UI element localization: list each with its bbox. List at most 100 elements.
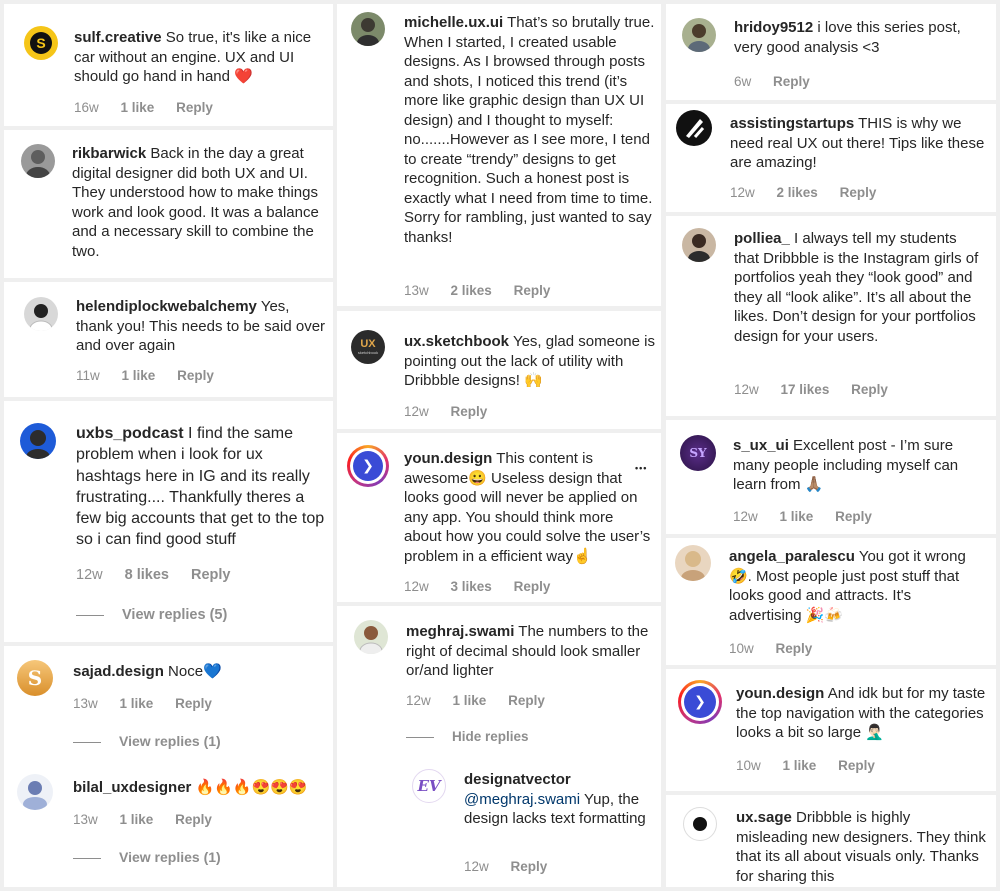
avatar[interactable]: ❯ [678,680,722,724]
comment-body: youn.design And idk but for my taste the… [736,684,986,743]
avatar[interactable]: ❯ [347,445,389,487]
comment-meta: 13w 1 like Reply [73,696,230,711]
reply-button[interactable]: Reply [851,382,888,397]
comment-time: 12w [404,579,429,594]
reply-button[interactable]: Reply [511,859,548,874]
comment-username[interactable]: polliea_ [734,230,790,247]
comment-card: michelle.ux.ui That’s so brutally true. … [337,4,661,306]
comment-username[interactable]: assistingstartups [730,115,854,132]
comment-likes[interactable]: 1 like [122,368,156,383]
comment-username[interactable]: rikbarwick [72,145,146,162]
avatar[interactable] [683,807,717,841]
comment-username[interactable]: meghraj.swami [406,623,514,640]
avatar[interactable]: UX sketchbook [351,330,385,364]
comment-username[interactable]: angela_paralescu [729,548,855,565]
reply-button[interactable]: Reply [835,509,872,524]
comment-meta: 16w 1 like Reply [74,100,231,115]
comment-likes[interactable]: 1 like [121,100,155,115]
comment-likes[interactable]: 17 likes [781,382,830,397]
reply-button[interactable]: Reply [776,641,813,656]
reply-button[interactable]: Reply [840,185,877,200]
view-replies-button[interactable]: View replies (1) [73,849,221,865]
comment-likes[interactable]: 1 like [780,509,814,524]
comment-time: 12w [734,382,759,397]
comment-likes[interactable]: 3 likes [451,579,492,594]
comment-meta: 10w 1 like Reply [736,758,893,773]
comment-username[interactable]: sulf.creative [74,29,162,46]
avatar-ring: ❯ [350,448,386,484]
reply-button[interactable]: Reply [838,758,875,773]
reply-button[interactable]: Reply [514,283,551,298]
avatar[interactable] [682,18,716,52]
comment-card: hridoy9512 i love this series post, very… [666,4,996,100]
slash-logo-icon [686,119,705,138]
reply-button[interactable]: Reply [191,567,231,583]
comment-meta: 13w 1 like Reply [73,812,230,827]
chevron-logo-icon: ❯ [684,686,716,718]
reply-button[interactable]: Reply [773,74,810,89]
avatar[interactable] [17,774,53,810]
comment-time: 6w [734,74,752,89]
avatar[interactable] [351,12,385,46]
comment-username[interactable]: sajad.design [73,663,164,680]
avatar-logo-text: SY [689,446,707,460]
comment-time: 12w [733,509,758,524]
person-icon [357,18,379,46]
avatar[interactable]: S [24,26,58,60]
reply-button[interactable]: Reply [451,404,488,419]
view-replies-button[interactable]: View replies (5) [76,607,227,623]
reply-button[interactable]: Reply [177,368,214,383]
comment-likes[interactable]: 1 like [120,696,154,711]
mention-link[interactable]: @meghraj.swami [464,791,580,808]
comment-username[interactable]: ux.sketchbook [404,333,509,350]
avatar[interactable]: EV [412,769,446,803]
comment-likes[interactable]: 1 like [783,758,817,773]
comment-text: This content is awesome😀 Useless design … [404,450,651,565]
person-icon [681,551,705,581]
person-icon [29,304,53,331]
avatar[interactable]: SY [680,435,716,471]
comment-username[interactable]: helendiplockwebalchemy [76,298,257,315]
comment-card: assistingstartups THIS is why we need re… [666,104,996,212]
comment-text: I always tell my students that Dribbble … [734,230,979,345]
comment-likes[interactable]: 8 likes [125,567,169,583]
view-replies-button[interactable]: View replies (1) [73,733,221,749]
comment-time: 16w [74,100,99,115]
comment-meta: 6w Reply [734,74,828,89]
reply-button[interactable]: Reply [514,579,551,594]
comment-username[interactable]: s_ux_ui [733,437,789,454]
reply-button[interactable]: Reply [175,696,212,711]
comment-likes[interactable]: 2 likes [451,283,492,298]
comment-card: S sulf.creative So true, it's like a nic… [4,4,333,126]
comment-username[interactable]: ux.sage [736,809,792,826]
comment-card: helendiplockwebalchemy Yes, thank you! T… [4,282,333,397]
comment-likes[interactable]: 2 likes [777,185,818,200]
avatar[interactable] [24,297,58,331]
comment-time: 12w [404,404,429,419]
comment-username[interactable]: youn.design [736,685,824,702]
comment-username[interactable]: michelle.ux.ui [404,14,503,31]
avatar[interactable] [21,144,55,178]
comment-body: designatvector @meghraj.swami Yup, the d… [464,770,654,829]
reply-button[interactable]: Reply [176,100,213,115]
avatar[interactable] [20,423,56,459]
comment-username[interactable]: youn.design [404,450,492,467]
comment-text: 🔥🔥🔥😍😍😍 [195,779,308,796]
reply-button[interactable]: Reply [508,693,545,708]
hide-replies-button[interactable]: Hide replies [406,729,529,744]
comment-username[interactable]: hridoy9512 [734,19,813,36]
comment-username[interactable]: designatvector [464,771,571,788]
comment-likes[interactable]: 1 like [453,693,487,708]
comment-username[interactable]: uxbs_podcast [76,425,184,442]
reply-button[interactable]: Reply [175,812,212,827]
avatar[interactable] [675,545,711,581]
comment-text: Noce💙 [168,663,222,680]
chevron-logo-icon: ❯ [353,451,383,481]
avatar[interactable] [354,620,388,654]
avatar[interactable] [676,110,712,146]
comment-body: ux.sketchbook Yes, glad someone is point… [404,332,656,391]
comment-likes[interactable]: 1 like [120,812,154,827]
comment-username[interactable]: bilal_uxdesigner [73,779,191,796]
avatar[interactable]: S [17,660,53,696]
avatar[interactable] [682,228,716,262]
